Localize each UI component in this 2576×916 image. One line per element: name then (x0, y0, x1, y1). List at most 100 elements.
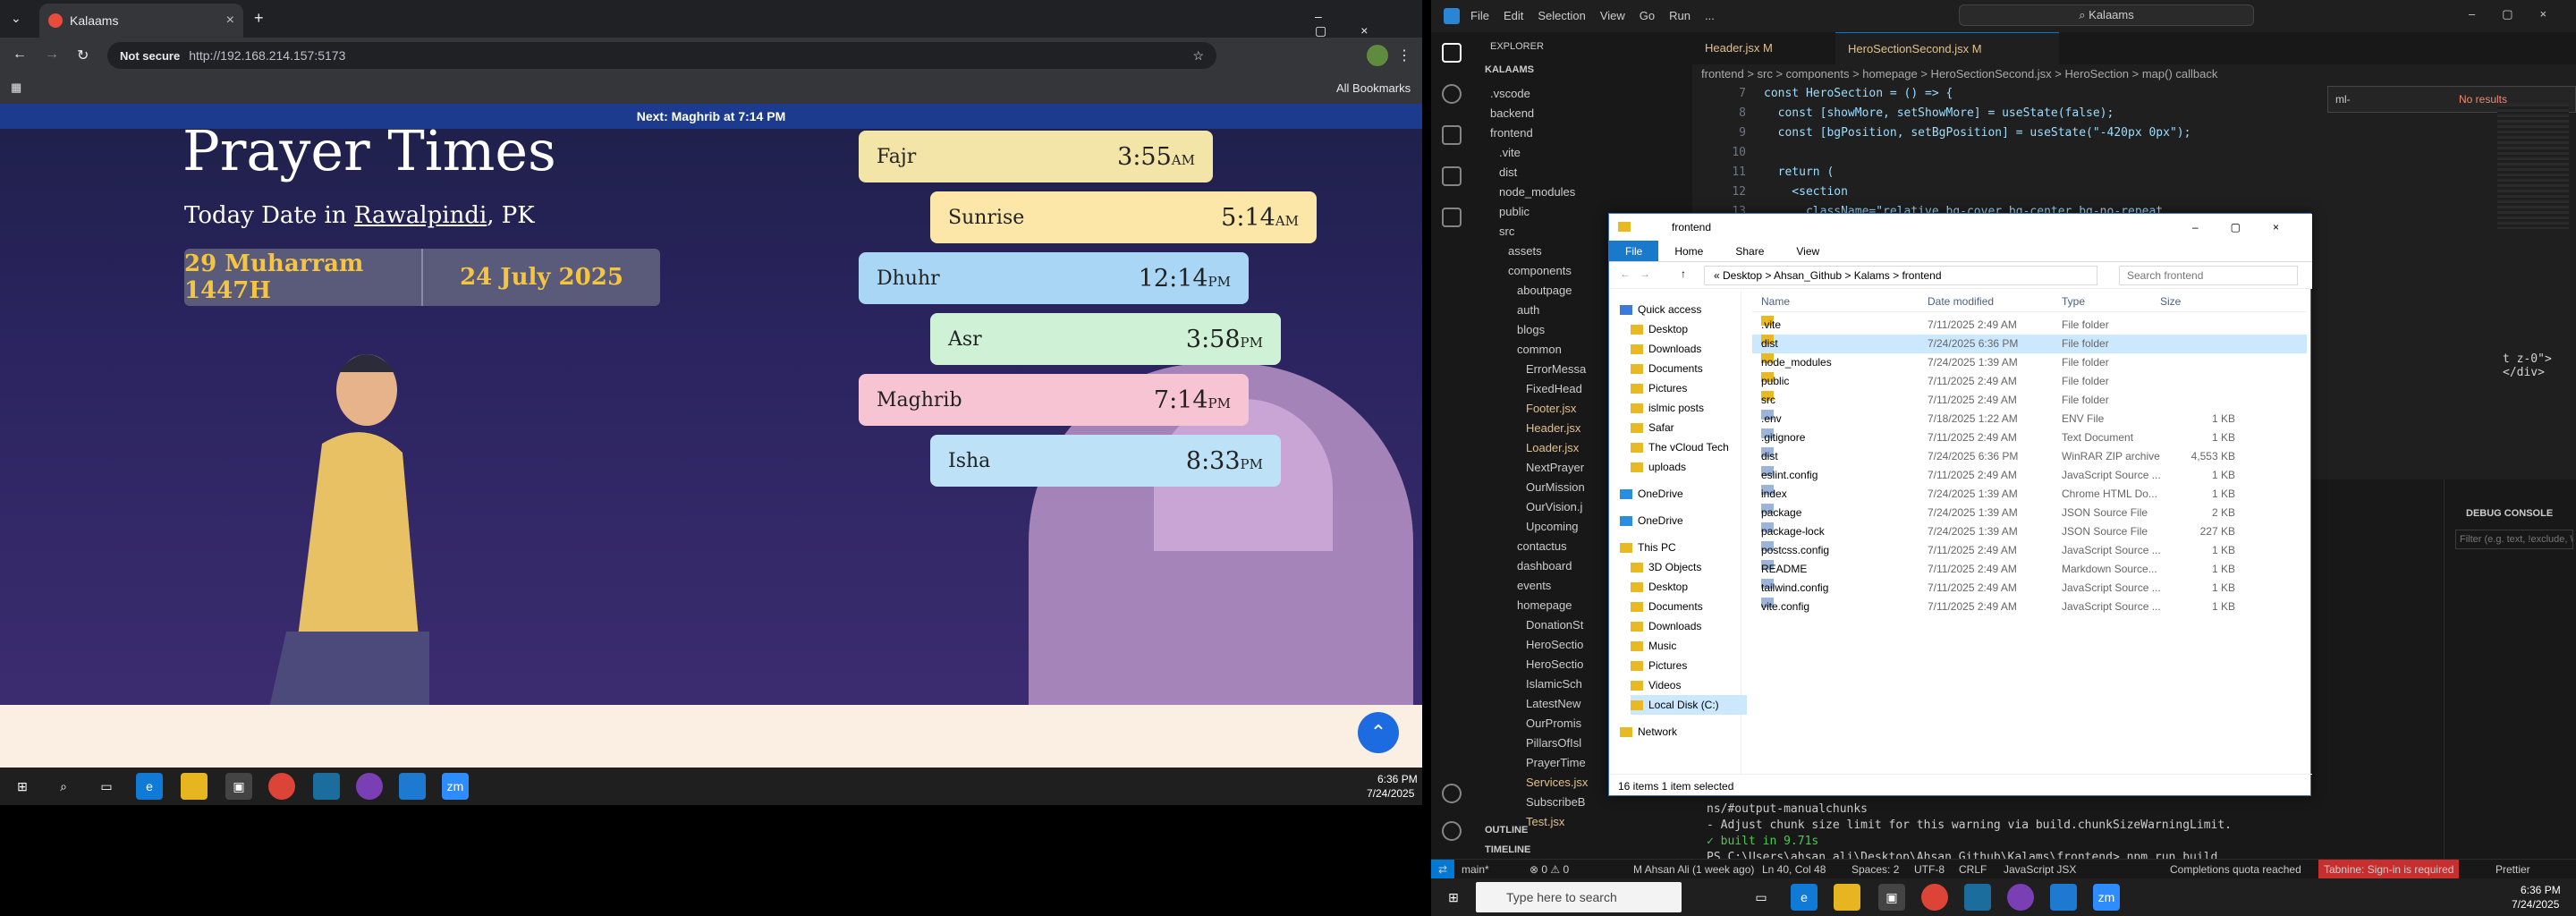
clock-date[interactable]: 7/24/2025 (2512, 898, 2559, 911)
search-input[interactable]: Search frontend (2119, 266, 2298, 285)
menu-item-5[interactable]: Run (1669, 9, 1690, 22)
start-icon[interactable]: ⊞ (1440, 884, 1467, 911)
store-icon[interactable]: ▣ (1878, 884, 1905, 911)
find-input[interactable]: ml- (2335, 93, 2351, 106)
file-row[interactable]: tailwind.config 7/11/2025 2:49 AM JavaScri… (1752, 579, 2307, 598)
address-bar[interactable]: Not secure http://192.168.214.157:5173 ☆ (107, 42, 1216, 69)
terminal-output[interactable]: ns/#output-manualchunks - Adjust chunk si… (1707, 802, 2232, 866)
tree-item[interactable]: NextPrayer (1526, 458, 1584, 478)
tree-item[interactable]: contactus (1517, 537, 1567, 556)
column-header-2[interactable]: Type (2062, 291, 2085, 312)
git-blame[interactable]: M Ahsan Ali (1 week ago) (1633, 860, 1754, 879)
tree-item[interactable]: OurMission (1526, 478, 1585, 497)
settings-gear-icon[interactable] (1442, 821, 1462, 841)
github-icon[interactable] (356, 773, 383, 800)
line-endings[interactable]: CRLF (1959, 860, 1987, 879)
store-icon[interactable]: ▣ (225, 773, 252, 800)
nav-item[interactable]: This PC (1620, 538, 1676, 557)
account-icon[interactable] (1442, 784, 1462, 803)
forward-icon[interactable]: → (45, 47, 59, 63)
source-control-icon[interactable] (1442, 125, 1462, 145)
taskbar-search[interactable]: Type here to search (1476, 882, 1682, 912)
prettier-status[interactable]: Prettier (2496, 860, 2530, 879)
tree-item[interactable]: events (1517, 576, 1551, 596)
tree-item[interactable]: HeroSectio (1526, 655, 1583, 674)
up-icon[interactable]: ↑ (1681, 267, 1686, 280)
nav-item[interactable]: Documents (1631, 597, 1703, 616)
tree-item[interactable]: common (1517, 340, 1562, 360)
task-view-icon[interactable]: ▭ (1748, 884, 1775, 911)
zoom-icon[interactable]: zm (442, 773, 469, 800)
nav-item[interactable]: OneDrive (1620, 511, 1683, 530)
file-row[interactable]: eslint.config 7/11/2025 2:49 AM JavaScript… (1752, 466, 2307, 485)
nav-item[interactable]: Downloads (1631, 339, 1701, 359)
file-row[interactable]: .env 7/18/2025 1:22 AM ENV File 1 KB (1752, 410, 2307, 428)
file-row[interactable]: index 7/24/2025 1:39 AM Chrome HTML Do... 1… (1752, 485, 2307, 504)
tree-item[interactable]: assets (1508, 242, 1542, 261)
tree-item[interactable]: frontend (1490, 123, 1533, 143)
tree-item[interactable]: HeroSectio (1526, 635, 1583, 655)
nav-item[interactable]: Quick access (1620, 300, 1701, 319)
git-branch[interactable]: main* (1462, 860, 1489, 879)
nav-item[interactable]: The vCloud Tech (1631, 437, 1729, 457)
file-row[interactable]: dist 7/24/2025 6:36 PM WinRAR ZIP archive 4… (1752, 447, 2307, 466)
workspace-root[interactable]: KALAAMS (1485, 64, 1534, 75)
nav-item[interactable]: 3D Objects (1631, 557, 1701, 577)
nav-item[interactable]: Safar (1631, 418, 1674, 437)
file-row[interactable]: node_modules 7/24/2025 1:39 AM File folder (1752, 353, 2307, 372)
file-explorer-icon[interactable] (181, 773, 208, 800)
nav-item[interactable]: uploads (1631, 457, 1686, 477)
run-debug-icon[interactable] (1442, 166, 1462, 186)
forward-icon[interactable]: → (1640, 267, 1650, 280)
tree-item[interactable]: Services.jsx (1526, 773, 1588, 793)
indent-spaces[interactable]: Spaces: 2 (1852, 860, 1899, 879)
path-bar[interactable]: « Desktop > Ahsan_Github > Kalams > fron… (1704, 266, 2097, 285)
all-bookmarks-link[interactable]: All Bookmarks (1336, 81, 1411, 95)
tree-item[interactable]: LatestNew (1526, 694, 1580, 714)
file-explorer-icon[interactable] (1834, 884, 1860, 911)
tree-item[interactable]: .vite (1499, 143, 1521, 163)
vscode-icon[interactable] (2050, 884, 2077, 911)
file-row[interactable]: .gitignore 7/11/2025 2:49 AM Text Document… (1752, 428, 2307, 447)
tab-header-jsx[interactable]: Header.jsx M (1692, 32, 1835, 64)
tree-item[interactable]: PrayerTime (1526, 753, 1586, 773)
tree-item[interactable]: DonationSt (1526, 615, 1583, 635)
clock-date[interactable]: 7/24/2025 (1367, 787, 1414, 800)
ribbon-tab-0[interactable]: File (1609, 241, 1659, 261)
column-header-3[interactable]: Size (2160, 291, 2181, 312)
remote-indicator-icon[interactable]: ⇄ (1431, 860, 1454, 879)
profile-avatar[interactable] (1367, 45, 1388, 66)
menu-item-4[interactable]: Go (1640, 9, 1655, 22)
tree-item[interactable]: Loader.jsx (1526, 438, 1579, 458)
vscode-icon[interactable] (399, 773, 426, 800)
tabnine-status[interactable]: Tabnine: Sign-in is required (2318, 860, 2460, 879)
menu-item-3[interactable]: View (1600, 9, 1625, 22)
debug-console-title[interactable]: DEBUG CONSOLE (2466, 508, 2553, 519)
browser-tab[interactable]: Kalaams × (39, 4, 243, 38)
bookmark-star-icon[interactable]: ☆ (1192, 48, 1204, 64)
column-header-1[interactable]: Date modified (1928, 291, 1994, 312)
file-row[interactable]: package 7/24/2025 1:39 AM JSON Source File… (1752, 504, 2307, 522)
nav-item[interactable]: islmic posts (1631, 398, 1704, 418)
nav-item[interactable]: Documents (1631, 359, 1703, 378)
edge-icon[interactable]: e (1791, 884, 1818, 911)
tree-item[interactable]: FixedHead (1526, 379, 1582, 399)
copilot-quota[interactable]: Completions quota reached (2170, 860, 2301, 879)
azure-icon[interactable] (1964, 884, 1991, 911)
back-icon[interactable]: ← (1620, 267, 1631, 280)
task-view-icon[interactable]: ▭ (93, 773, 120, 800)
file-row[interactable]: dist 7/24/2025 6:36 PM File folder (1752, 335, 2307, 353)
problems-count[interactable]: ⊗ 0 ⚠ 0 (1530, 860, 1569, 879)
nav-item[interactable]: Desktop (1631, 319, 1688, 339)
menu-item-1[interactable]: Edit (1504, 9, 1523, 22)
file-row[interactable]: vite.config 7/11/2025 2:49 AM JavaScript S… (1752, 598, 2307, 616)
extensions-icon[interactable] (1442, 208, 1462, 227)
clock-time[interactable]: 6:36 PM (2521, 884, 2561, 896)
tree-item[interactable]: public (1499, 202, 1530, 222)
edge-icon[interactable]: e (136, 773, 163, 800)
tree-item[interactable]: Footer.jsx (1526, 399, 1576, 419)
apps-grid-icon[interactable]: ▦ (11, 81, 21, 95)
tree-item[interactable]: SubscribeB (1526, 793, 1585, 812)
tree-item[interactable]: homepage (1517, 596, 1572, 615)
city-link[interactable]: Rawalpindi (354, 202, 487, 229)
